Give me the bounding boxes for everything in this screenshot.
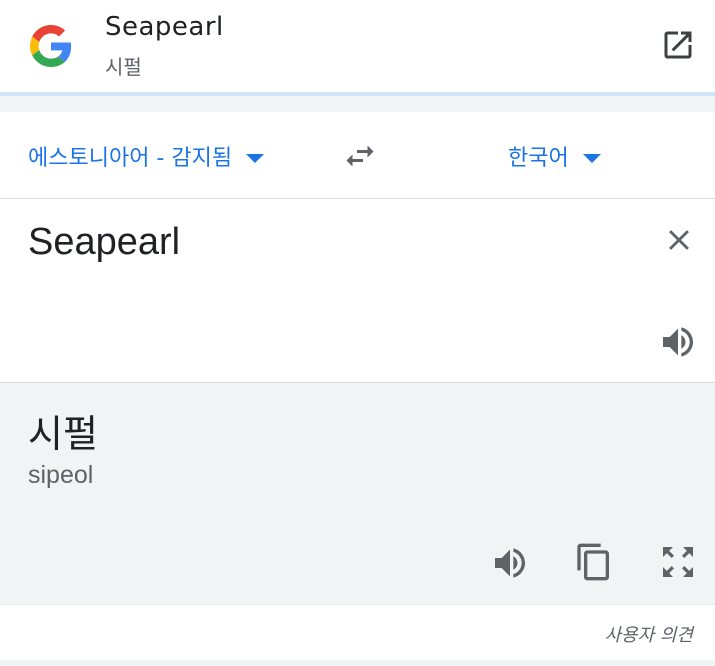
language-bar: 에스토니아어 - 감지됨 한국어 — [0, 112, 715, 199]
source-text-area[interactable]: Seapearl — [0, 199, 715, 382]
volume-up-icon[interactable] — [490, 543, 530, 583]
source-language-label: 에스토니아어 - 감지됨 — [28, 146, 233, 171]
target-language-select[interactable]: 한국어 — [508, 140, 601, 172]
section-gap — [0, 96, 715, 112]
romanization-text: sipeol — [28, 461, 94, 489]
swap-horiz-icon[interactable] — [340, 138, 380, 174]
source-text: Seapearl — [28, 221, 181, 263]
google-g-logo-icon — [30, 25, 72, 67]
open-in-new-icon[interactable] — [660, 27, 696, 63]
header-subtitle: 시펄 — [105, 55, 142, 79]
chevron-down-icon — [246, 153, 265, 163]
card-footer: 사용자 의견 — [0, 604, 715, 661]
target-language-label: 한국어 — [508, 146, 569, 171]
bottom-band — [0, 660, 715, 666]
translated-text: 시펄 — [28, 412, 98, 456]
card-header: Seapearl 시펄 — [0, 0, 715, 92]
chevron-down-icon — [582, 153, 601, 163]
translation-result: 시펄 sipeol — [0, 382, 715, 605]
close-icon[interactable] — [662, 223, 696, 257]
source-language-select[interactable]: 에스토니아어 - 감지됨 — [28, 140, 265, 172]
volume-up-icon[interactable] — [658, 322, 698, 362]
header-title: Seapearl — [105, 12, 224, 42]
feedback-link[interactable]: 사용자 의견 — [604, 621, 693, 647]
fullscreen-icon[interactable] — [658, 542, 698, 582]
content-copy-icon[interactable] — [574, 542, 614, 582]
